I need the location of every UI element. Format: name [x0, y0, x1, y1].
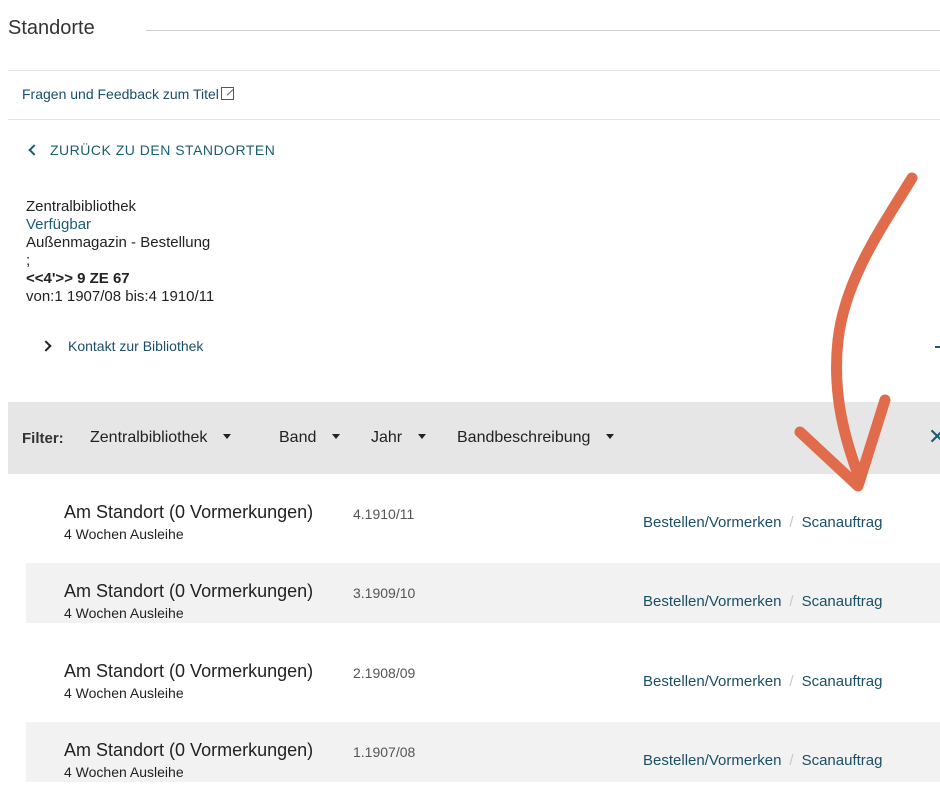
feedback-bar: Fragen und Feedback zum Titel	[8, 70, 940, 120]
section-divider	[146, 30, 940, 31]
order-reserve-link[interactable]: Bestellen/Vormerken	[643, 752, 781, 769]
filter-volume-label: Band	[279, 429, 317, 446]
filter-year-dropdown[interactable]: Jahr	[371, 429, 427, 447]
holding-volume: 3.1909/10	[353, 585, 416, 601]
holding-row: Am Standort (0 Vormerkungen) 3.1909/10 4…	[26, 563, 940, 623]
action-separator: /	[789, 593, 794, 610]
holding-actions: Bestellen/Vormerken / Scanauftrag	[643, 752, 882, 769]
library-location: Außenmagazin - Bestellung	[26, 234, 211, 251]
contact-link-label: Kontakt zur Bibliothek	[68, 338, 204, 354]
feedback-link[interactable]: Fragen und Feedback zum Titel	[22, 86, 234, 102]
scan-request-link[interactable]: Scanauftrag	[802, 514, 883, 531]
chevron-right-icon	[40, 340, 52, 352]
holding-loan-period: 4 Wochen Ausleihe	[64, 526, 184, 542]
library-contact-link[interactable]: Kontakt zur Bibliothek	[40, 338, 204, 354]
section-header: Standorte	[8, 17, 940, 47]
holding-actions: Bestellen/Vormerken / Scanauftrag	[643, 673, 882, 690]
order-reserve-link[interactable]: Bestellen/Vormerken	[643, 673, 781, 690]
action-separator: /	[789, 673, 794, 690]
holdings-range: von:1 1907/08 bis:4 1910/11	[26, 288, 215, 305]
holding-loan-period: 4 Wochen Ausleihe	[64, 764, 184, 780]
availability-status: Verfügbar	[26, 216, 92, 233]
holding-status: Am Standort (0 Vormerkungen)	[64, 661, 314, 681]
order-reserve-link[interactable]: Bestellen/Vormerken	[643, 514, 781, 531]
scan-request-link[interactable]: Scanauftrag	[802, 673, 883, 690]
action-separator: /	[789, 514, 794, 531]
order-reserve-link[interactable]: Bestellen/Vormerken	[643, 593, 781, 610]
holding-actions: Bestellen/Vormerken / Scanauftrag	[643, 593, 882, 610]
filter-library-dropdown[interactable]: Zentralbibliothek	[90, 429, 232, 447]
caret-down-icon	[332, 434, 341, 439]
holding-status: Am Standort (0 Vormerkungen)	[64, 502, 314, 522]
scan-request-link[interactable]: Scanauftrag	[802, 593, 883, 610]
filter-volume-dropdown[interactable]: Band	[279, 429, 341, 447]
chevron-left-icon	[28, 144, 40, 156]
holding-volume: 1.1907/08	[353, 744, 416, 760]
holding-loan-period: 4 Wochen Ausleihe	[64, 605, 184, 621]
external-link-icon	[220, 87, 234, 100]
scroll-edge-marker	[935, 346, 940, 348]
filter-library-label: Zentralbibliothek	[90, 429, 208, 446]
feedback-link-label: Fragen und Feedback zum Titel	[22, 86, 219, 102]
action-separator: /	[789, 752, 794, 769]
close-icon[interactable]: ✕	[928, 424, 940, 450]
library-name: Zentralbibliothek	[26, 198, 137, 215]
holding-row: Am Standort (0 Vormerkungen) 1.1907/08 4…	[26, 722, 940, 782]
filter-bar: Filter: Zentralbibliothek Band Jahr Band…	[8, 402, 940, 474]
holding-row: Am Standort (0 Vormerkungen) 4.1910/11 4…	[26, 484, 940, 544]
holding-loan-period: 4 Wochen Ausleihe	[64, 685, 184, 701]
filter-description-label: Bandbeschreibung	[457, 429, 591, 446]
holding-status: Am Standort (0 Vormerkungen)	[64, 740, 314, 760]
back-link-label: ZURÜCK ZU DEN STANDORTEN	[50, 142, 276, 158]
holding-row: Am Standort (0 Vormerkungen) 2.1908/09 4…	[26, 643, 940, 703]
holding-volume: 4.1910/11	[353, 506, 415, 522]
section-title: Standorte	[8, 17, 109, 40]
holding-actions: Bestellen/Vormerken / Scanauftrag	[643, 514, 882, 531]
holding-status: Am Standort (0 Vormerkungen)	[64, 581, 314, 601]
caret-down-icon	[418, 434, 427, 439]
holding-volume: 2.1908/09	[353, 665, 416, 681]
filter-year-label: Jahr	[371, 429, 403, 446]
location-separator: ;	[26, 252, 31, 269]
filter-label: Filter:	[22, 430, 64, 447]
back-to-locations-link[interactable]: ZURÜCK ZU DEN STANDORTEN	[28, 142, 276, 158]
caret-down-icon	[606, 434, 615, 439]
call-number: <<4'>> 9 ZE 67	[26, 270, 130, 287]
scan-request-link[interactable]: Scanauftrag	[802, 752, 883, 769]
caret-down-icon	[223, 434, 232, 439]
filter-description-dropdown[interactable]: Bandbeschreibung	[457, 429, 615, 447]
library-info: Zentralbibliothek Verfügbar Außenmagazin…	[26, 198, 214, 306]
